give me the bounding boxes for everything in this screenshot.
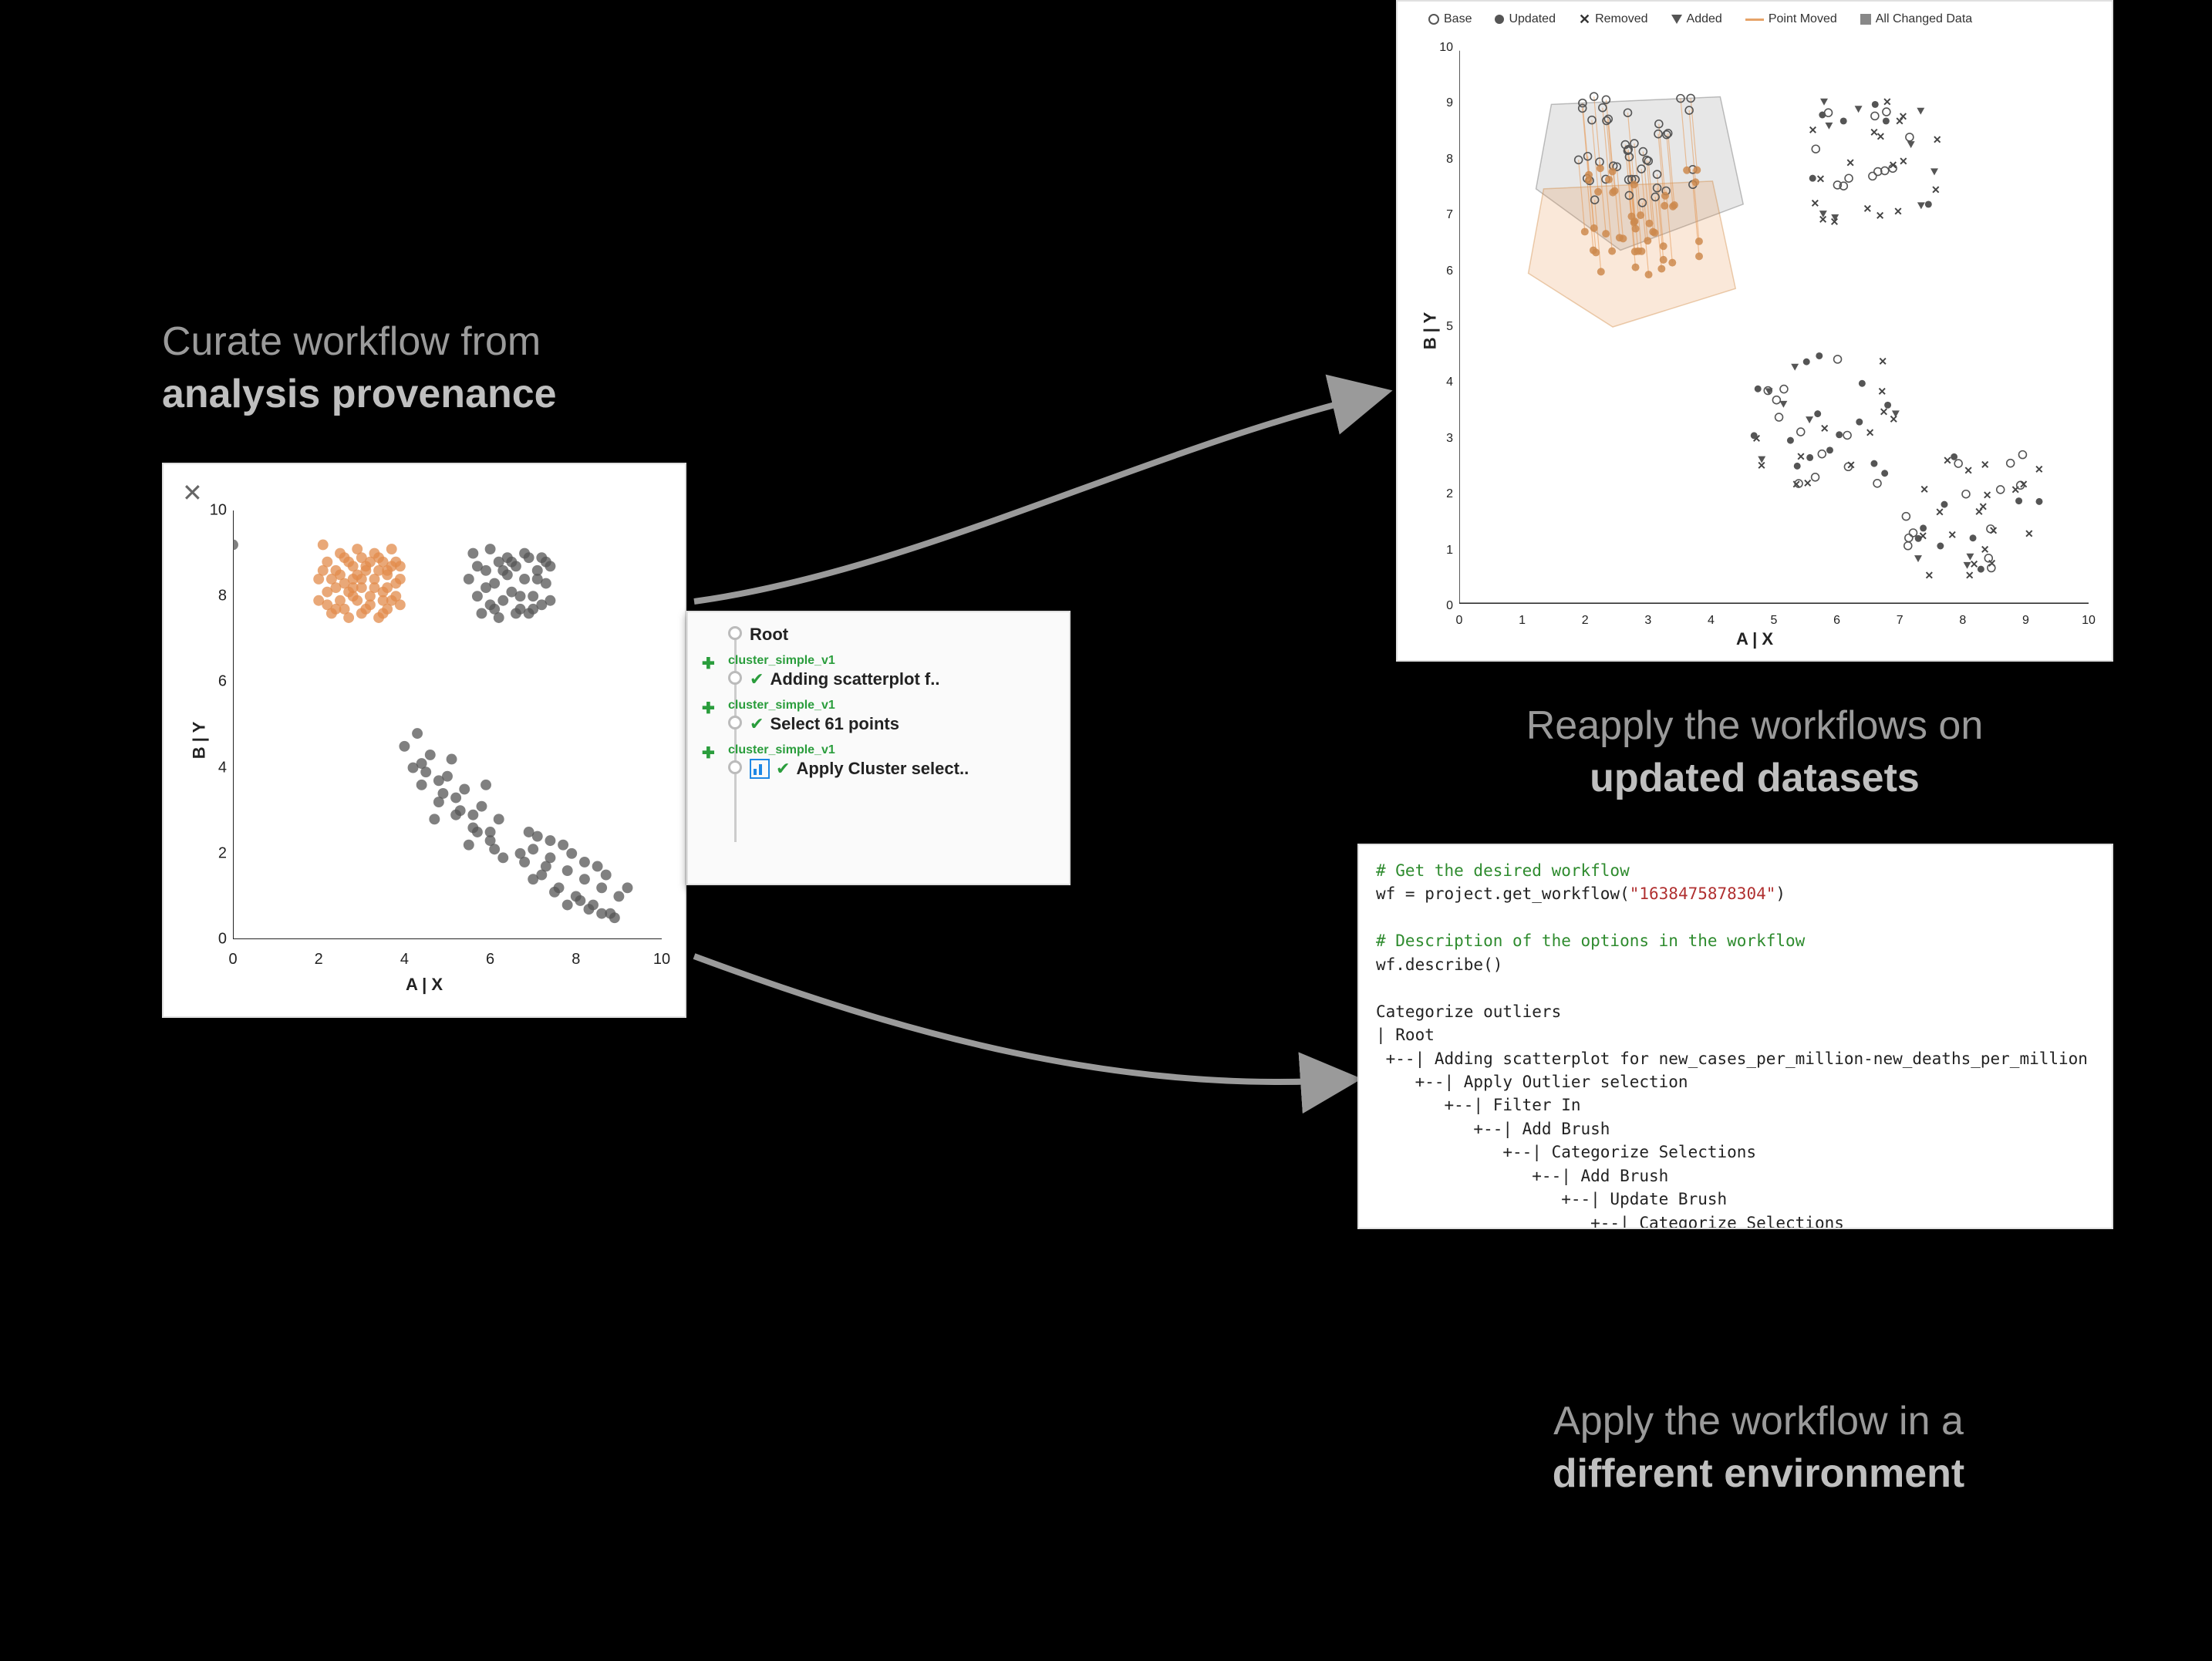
expand-icon[interactable]: ✚ (702, 654, 715, 673)
svg-text:✕: ✕ (1803, 477, 1812, 489)
text: Reapply the workflows on (1526, 703, 1984, 748)
label-apply: Apply the workflow in a different enviro… (1442, 1396, 2075, 1500)
label-reapply: Reapply the workflows on updated dataset… (1411, 700, 2098, 804)
x-axis-label: A | X (1736, 629, 1773, 649)
plot-area[interactable]: ✕✕✕✕✕✕✕✕✕✕✕✕✕✕✕✕✕✕✕✕✕✕✕✕✕✕✕✕✕✕✕✕✕✕✕✕✕✕✕✕… (1459, 48, 2089, 606)
provenance-node[interactable]: ✚ cluster_simple_v1 ✔ Adding scatterplot … (688, 649, 1069, 694)
legend-updated[interactable]: Updated (1495, 12, 1556, 26)
code-comment: # Get the desired workflow (1376, 861, 1630, 880)
text-bold: updated datasets (1590, 756, 1920, 800)
code-output-panel: # Get the desired workflow wf = project.… (1357, 844, 2113, 1229)
svg-text:✕: ✕ (1943, 454, 1952, 467)
check-icon: ✔ (776, 759, 790, 779)
svg-text:✕: ✕ (1918, 530, 1927, 542)
svg-text:✕: ✕ (1981, 543, 1990, 555)
svg-text:✕: ✕ (1889, 159, 1898, 171)
svg-text:✕: ✕ (1925, 569, 1934, 581)
svg-text:✕: ✕ (1983, 489, 1992, 501)
y-axis-label: B | Y (189, 722, 209, 760)
svg-text:✕: ✕ (1935, 506, 1944, 518)
svg-text:✕: ✕ (1878, 355, 1887, 368)
close-icon[interactable]: ✕ (182, 478, 203, 507)
svg-text:✕: ✕ (1876, 210, 1885, 222)
svg-text:✕: ✕ (2035, 463, 2044, 476)
svg-text:✕: ✕ (1989, 524, 1998, 537)
prov-title: Adding scatterplot f.. (770, 669, 939, 689)
legend: Base Updated ✕Removed Added Point Moved … (1413, 12, 2096, 26)
svg-text:✕: ✕ (2019, 478, 2028, 490)
svg-text:✕: ✕ (1981, 458, 1990, 470)
prov-root[interactable]: Root (750, 625, 788, 645)
svg-text:✕: ✕ (1964, 464, 1973, 477)
provenance-panel: Root ✚ cluster_simple_v1 ✔ Adding scatter… (686, 611, 1071, 885)
svg-text:✕: ✕ (1895, 115, 1904, 127)
svg-text:✕: ✕ (1820, 422, 1829, 434)
prov-title: Apply Cluster select.. (796, 759, 969, 779)
legend-base[interactable]: Base (1428, 12, 1472, 26)
svg-text:✕: ✕ (1863, 203, 1873, 215)
text: Curate workflow from (162, 319, 541, 364)
scatter-svg: ✕✕✕✕✕✕✕✕✕✕✕✕✕✕✕✕✕✕✕✕✕✕✕✕✕✕✕✕✕✕✕✕✕✕✕✕✕✕✕✕… (1459, 48, 2089, 606)
text: Apply the workflow in a (1553, 1399, 1964, 1444)
expand-icon[interactable]: ✚ (702, 743, 715, 763)
plot-area[interactable] (233, 510, 662, 939)
svg-text:✕: ✕ (1816, 173, 1826, 185)
check-icon: ✔ (750, 714, 764, 734)
prov-tag: cluster_simple_v1 (728, 699, 1060, 713)
svg-text:✕: ✕ (1876, 130, 1885, 143)
legend-added[interactable]: Added (1671, 12, 1722, 26)
svg-text:✕: ✕ (1931, 184, 1941, 196)
svg-text:✕: ✕ (1893, 205, 1903, 217)
prov-title: Select 61 points (770, 714, 899, 734)
svg-text:✕: ✕ (1846, 459, 1856, 471)
chart-icon (750, 759, 770, 779)
svg-text:✕: ✕ (1846, 157, 1855, 169)
source-scatter-panel: ✕ B | Y A | X 02468100246810 (162, 463, 686, 1018)
code-output: Categorize outliers | Root +--| Adding s… (1376, 1002, 2088, 1229)
text-bold: different environment (1553, 1451, 1965, 1496)
legend-point-moved[interactable]: Point Moved (1745, 12, 1837, 26)
svg-text:✕: ✕ (1796, 450, 1806, 463)
provenance-node[interactable]: ✚ cluster_simple_v1 ✔ Select 61 points (688, 694, 1069, 739)
code-comment: # Description of the options in the work… (1376, 932, 1805, 950)
arrow-to-apply (686, 941, 1365, 1134)
legend-removed[interactable]: ✕Removed (1579, 12, 1648, 26)
svg-text:✕: ✕ (1877, 386, 1887, 398)
text-bold: analysis provenance (162, 372, 557, 416)
code-line: wf = project.get_workflow("1638475878304… (1376, 884, 1785, 903)
svg-text:✕: ✕ (1974, 505, 1984, 517)
comparison-scatter-panel: Base Updated ✕Removed Added Point Moved … (1396, 0, 2113, 662)
x-axis-label: A | X (406, 975, 443, 995)
svg-text:✕: ✕ (1889, 413, 1898, 425)
prov-tag: cluster_simple_v1 (728, 743, 1060, 757)
svg-text:✕: ✕ (1866, 426, 1875, 439)
legend-all-changed[interactable]: All Changed Data (1860, 12, 1972, 26)
scatter-svg (233, 510, 662, 939)
svg-text:✕: ✕ (1947, 528, 1957, 541)
svg-text:✕: ✕ (1933, 133, 1942, 146)
code-line: wf.describe() (1376, 955, 1502, 974)
svg-text:✕: ✕ (1809, 124, 1818, 136)
svg-text:✕: ✕ (2025, 527, 2034, 540)
svg-text:✕: ✕ (1920, 483, 1929, 496)
svg-text:✕: ✕ (1965, 569, 1974, 581)
svg-text:✕: ✕ (1830, 216, 1839, 228)
provenance-node[interactable]: ✚ cluster_simple_v1 ✔ Apply Cluster selec… (688, 739, 1069, 783)
check-icon: ✔ (750, 669, 764, 689)
label-curate: Curate workflow from analysis provenance (162, 316, 557, 420)
svg-text:✕: ✕ (1811, 197, 1820, 209)
prov-tag: cluster_simple_v1 (728, 654, 1060, 668)
svg-text:✕: ✕ (1883, 96, 1892, 108)
svg-text:✕: ✕ (1899, 155, 1908, 167)
expand-icon[interactable]: ✚ (702, 699, 715, 718)
